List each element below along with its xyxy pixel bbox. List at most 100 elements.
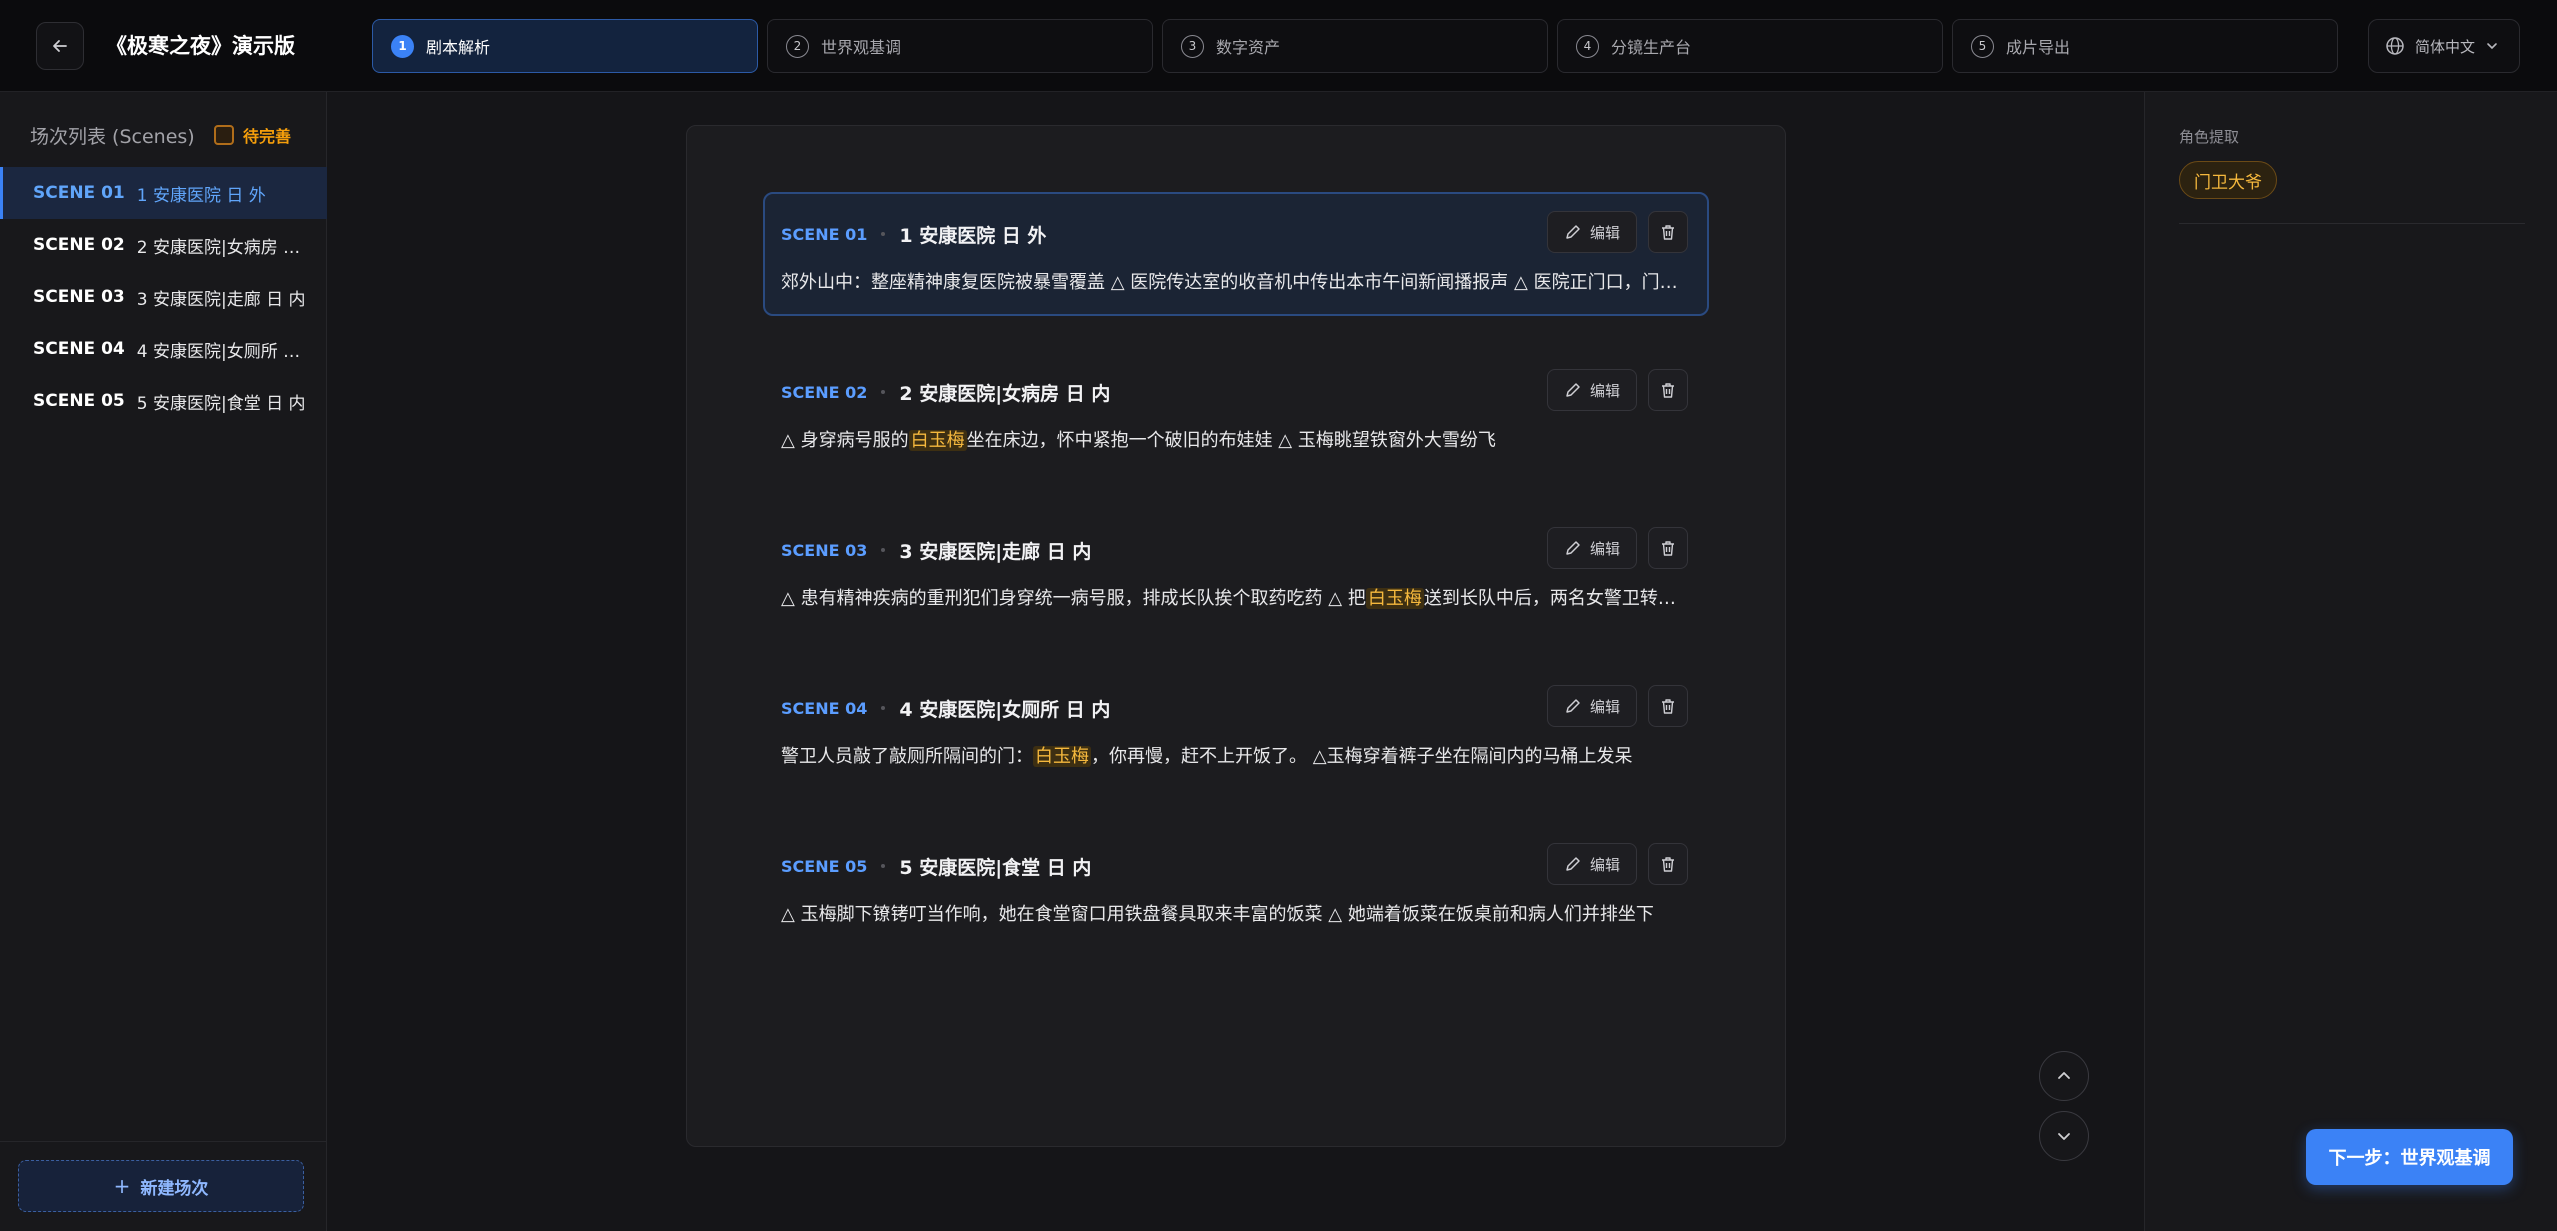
- character-highlight[interactable]: 白玉梅: [1365, 588, 1424, 609]
- edit-label: 编辑: [1589, 855, 1620, 874]
- scene-code: SCENE 01: [33, 183, 125, 203]
- step-export[interactable]: 5 成片导出: [1952, 19, 2338, 73]
- step-number: 3: [1181, 34, 1204, 58]
- step-label: 世界观基调: [821, 38, 902, 57]
- delete-scene-button[interactable]: [1648, 527, 1688, 569]
- scene-code: SCENE 02: [781, 382, 868, 402]
- checkbox-box[interactable]: [214, 125, 234, 145]
- scene-code: SCENE 02: [33, 235, 125, 255]
- scene-list-item[interactable]: SCENE 04 4 安康医院|女厕所 日 内: [0, 323, 327, 375]
- separator-dot: [881, 390, 886, 394]
- scene-list-item[interactable]: SCENE 02 2 安康医院|女病房 日 内: [0, 219, 327, 271]
- language-label: 简体中文: [2415, 37, 2476, 56]
- top-bar: 《极寒之夜》演示版 1 剧本解析 2 世界观基调 3 数字资产 4 分镜生产台 …: [0, 0, 2557, 92]
- plus-icon: +: [113, 1174, 131, 1198]
- character-name: 门卫大爷: [2194, 172, 2262, 193]
- pencil-icon: [1566, 857, 1580, 871]
- back-button[interactable]: [36, 22, 84, 70]
- step-worldview[interactable]: 2 世界观基调: [767, 19, 1153, 73]
- arrow-left-icon: [53, 40, 67, 52]
- character-highlight[interactable]: 白玉梅: [908, 430, 967, 451]
- divider: [2179, 223, 2525, 224]
- next-step-label: 下一步：世界观基调: [2328, 1148, 2491, 1169]
- edit-scene-button[interactable]: 编辑: [1547, 843, 1637, 885]
- character-extraction-label: 角色提取: [2179, 128, 2240, 146]
- scene-code: SCENE 03: [781, 540, 868, 560]
- scene-card[interactable]: SCENE 01 1 安康医院 日 外 编辑 郊外山中：整座精神康复医院被暴雪覆…: [763, 192, 1709, 316]
- script-scenes-panel: SCENE 01 1 安康医院 日 外 编辑 郊外山中：整座精神康复医院被暴雪覆…: [686, 125, 1786, 1147]
- scene-list-item[interactable]: SCENE 01 1 安康医院 日 外: [0, 167, 327, 219]
- pencil-icon: [1566, 225, 1580, 239]
- pencil-icon: [1566, 699, 1580, 713]
- pencil-icon: [1566, 541, 1580, 555]
- scene-card[interactable]: SCENE 02 2 安康医院|女病房 日 内 编辑 △ 身穿病号服的 白玉梅 坐在…: [763, 350, 1709, 474]
- scene-name: 1 安康医院 日 外: [136, 185, 266, 206]
- language-selector[interactable]: 简体中文: [2368, 19, 2520, 73]
- new-scene-label: 新建场次: [140, 1178, 209, 1199]
- scene-name: 3 安康医院|走廊 日 内: [136, 289, 306, 310]
- delete-scene-button[interactable]: [1648, 685, 1688, 727]
- trash-icon: [1662, 699, 1674, 714]
- trash-icon: [1662, 857, 1674, 872]
- scene-code: SCENE 05: [781, 856, 868, 876]
- scene-list: SCENE 01 1 安康医院 日 外 SCENE 02 2 安康医院|女病房 …: [0, 167, 327, 427]
- step-number: 4: [1576, 34, 1599, 58]
- scene-code: SCENE 03: [33, 287, 125, 307]
- edit-label: 编辑: [1589, 223, 1620, 242]
- pending-label: 待完善: [243, 127, 292, 146]
- delete-scene-button[interactable]: [1648, 369, 1688, 411]
- step-number: 1: [391, 34, 414, 58]
- chevron-down-icon: [2487, 43, 2497, 50]
- step-number: 5: [1971, 34, 1994, 58]
- scene-card[interactable]: SCENE 03 3 安康医院|走廊 日 内 编辑 △ 患有精神疾病的重刑犯们身…: [763, 508, 1709, 632]
- edit-scene-button[interactable]: 编辑: [1547, 369, 1637, 411]
- character-panel: 角色提取 门卫大爷: [2144, 92, 2557, 1231]
- scene-synopsis: 警卫人员敲了敲厕所隔间的门： 白玉梅 ，你再慢，赶不上开饭了。 △玉梅穿着裤子坐在隔…: [781, 746, 1633, 767]
- scene-synopsis: △ 玉梅脚下镣铐叮当作响，她在食堂窗口用铁盘餐具取来丰富的饭菜 △ 她端着饭菜在…: [781, 904, 1654, 925]
- scene-code: SCENE 01: [781, 224, 868, 244]
- trash-icon: [1662, 383, 1674, 398]
- scroll-down-button[interactable]: [2039, 1111, 2089, 1161]
- edit-scene-button[interactable]: 编辑: [1547, 527, 1637, 569]
- scene-title: 3 安康医院|走廊 日 内: [899, 540, 1092, 563]
- character-chip[interactable]: 门卫大爷: [2179, 161, 2277, 199]
- pending-filter-checkbox[interactable]: 待完善: [214, 123, 291, 147]
- character-highlight[interactable]: 白玉梅: [1033, 746, 1091, 767]
- scene-sidebar: 场次列表 (Scenes) 待完善 SCENE 01 1 安康医院 日 外 SC…: [0, 92, 327, 1231]
- separator-dot: [881, 864, 886, 868]
- scene-code: SCENE 05: [33, 391, 125, 411]
- edit-scene-button[interactable]: 编辑: [1547, 685, 1637, 727]
- step-storyboard[interactable]: 4 分镜生产台: [1557, 19, 1943, 73]
- scene-card[interactable]: SCENE 05 5 安康医院|食堂 日 内 编辑 △ 玉梅脚下镣铐叮当作响，她…: [763, 824, 1709, 948]
- step-script-analysis[interactable]: 1 剧本解析: [372, 19, 758, 73]
- scene-list-item[interactable]: SCENE 05 5 安康医院|食堂 日 内: [0, 375, 327, 427]
- scroll-up-button[interactable]: [2039, 1051, 2089, 1101]
- sidebar-footer: + 新建场次: [0, 1141, 327, 1231]
- delete-scene-button[interactable]: [1648, 843, 1688, 885]
- project-title: 《极寒之夜》演示版: [106, 34, 295, 58]
- step-label: 剧本解析: [426, 38, 491, 57]
- scene-title: 4 安康医院|女厕所 日 内: [899, 698, 1111, 721]
- separator-dot: [881, 548, 886, 552]
- edit-label: 编辑: [1589, 697, 1620, 716]
- delete-scene-button[interactable]: [1648, 211, 1688, 253]
- scene-title: 2 安康医院|女病房 日 内: [899, 382, 1111, 405]
- scene-card[interactable]: SCENE 04 4 安康医院|女厕所 日 内 编辑 警卫人员敲了敲厕所隔间的门…: [763, 666, 1709, 790]
- scene-name: 2 安康医院|女病房 日 内: [136, 237, 317, 258]
- step-digital-assets[interactable]: 3 数字资产: [1162, 19, 1548, 73]
- step-label: 数字资产: [1216, 38, 1281, 57]
- scene-name: 4 安康医院|女厕所 日 内: [136, 341, 317, 362]
- separator-dot: [881, 706, 886, 710]
- step-number: 2: [786, 34, 809, 58]
- edit-scene-button[interactable]: 编辑: [1547, 211, 1637, 253]
- trash-icon: [1662, 541, 1674, 556]
- chevron-up-icon: [2058, 1072, 2070, 1079]
- scene-code: SCENE 04: [33, 339, 125, 359]
- new-scene-button[interactable]: + 新建场次: [18, 1160, 304, 1212]
- scene-list-title: 场次列表 (Scenes): [30, 126, 195, 148]
- step-label: 成片导出: [2006, 38, 2071, 57]
- trash-icon: [1662, 225, 1674, 240]
- scene-list-item[interactable]: SCENE 03 3 安康医院|走廊 日 内: [0, 271, 327, 323]
- pencil-icon: [1566, 383, 1580, 397]
- next-step-button[interactable]: 下一步：世界观基调: [2306, 1129, 2513, 1185]
